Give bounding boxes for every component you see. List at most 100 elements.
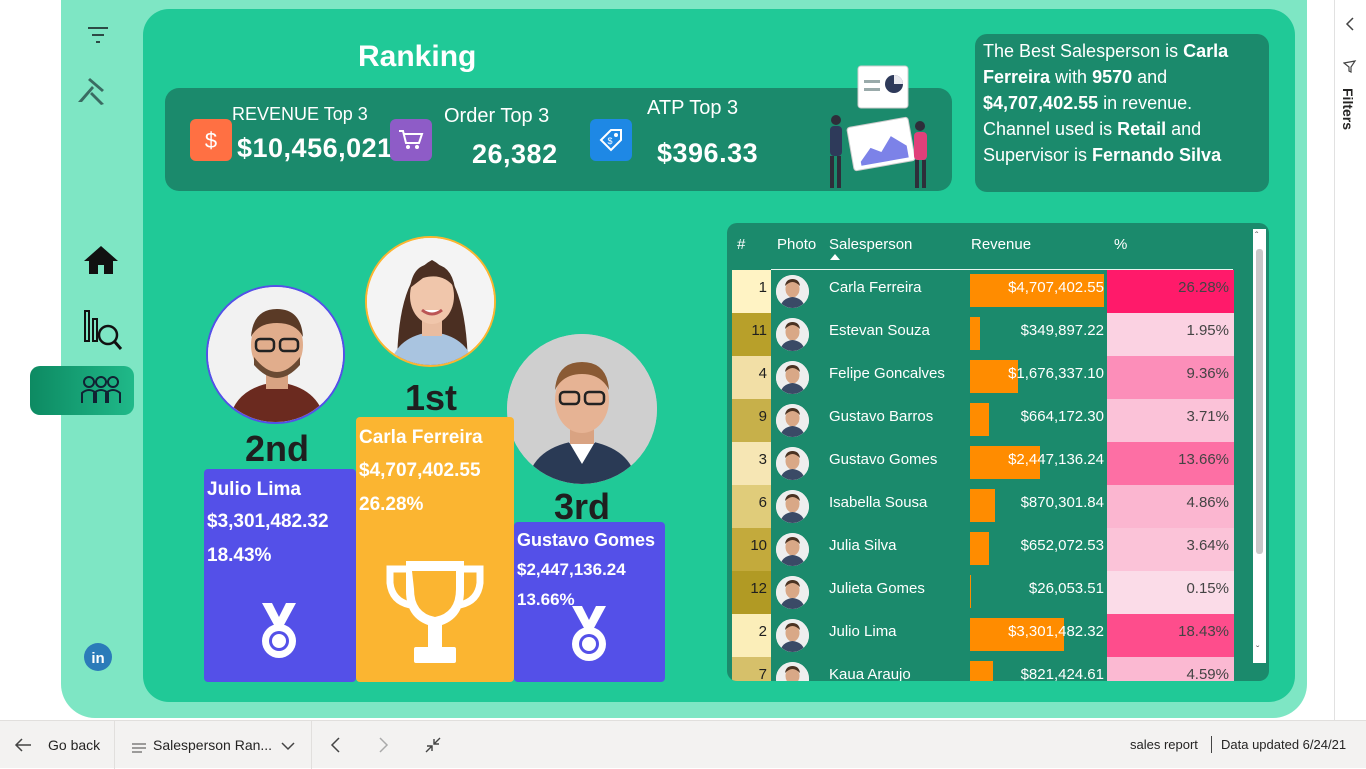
- place-first-label: 1st: [405, 377, 458, 418]
- revenue-bar: [970, 661, 993, 681]
- page-title: Ranking: [358, 40, 477, 73]
- page-list-icon: [132, 740, 146, 758]
- podium-third-revenue: $2,447,136.24: [517, 560, 626, 579]
- atp-kpi-label: ATP Top 3: [647, 97, 739, 119]
- salesperson-photo: [776, 619, 809, 652]
- rank-cell: 7: [732, 657, 771, 681]
- podium-first-pct: 26.28%: [359, 494, 424, 515]
- report-name: sales report: [1130, 737, 1198, 752]
- best-salesperson-card: The Best Salesperson is Carla Ferreira w…: [975, 34, 1269, 192]
- revenue-cell: $821,424.61: [970, 657, 1106, 681]
- bottom-bar: Go back Salesperson Ran... sales report …: [0, 720, 1366, 769]
- cart-icon: [390, 119, 432, 161]
- medal-icon: [256, 601, 302, 670]
- scroll-down-icon[interactable]: ˇ: [1256, 645, 1259, 656]
- revenue-value: $26,053.51: [1028, 580, 1104, 597]
- go-back-button[interactable]: Go back: [48, 737, 100, 753]
- table-row[interactable]: 2 Julio Lima $3,301,482.32 18.43%: [732, 614, 1234, 657]
- salesperson-photo: [776, 490, 809, 523]
- people-icon[interactable]: [78, 371, 124, 409]
- revenue-cell: $3,301,482.32: [970, 614, 1106, 657]
- page-selector[interactable]: Salesperson Ran...: [153, 737, 272, 753]
- separator: [114, 721, 115, 769]
- table-row[interactable]: 1 Carla Ferreira $4,707,402.55 26.28%: [732, 270, 1234, 313]
- percent-cell: 9.36%: [1107, 356, 1234, 399]
- table-row[interactable]: 6 Isabella Sousa $870,301.84 4.86%: [732, 485, 1234, 528]
- scroll-thumb[interactable]: [1256, 249, 1263, 554]
- scroll-up-icon[interactable]: ˆ: [1255, 231, 1258, 242]
- separator: [1211, 736, 1212, 753]
- header-percent[interactable]: %: [1114, 236, 1127, 253]
- sort-ascending-icon: [830, 254, 840, 260]
- percent-cell: 0.15%: [1107, 571, 1234, 614]
- ranking-table: # Photo Salesperson Revenue % 1 Carla Fer…: [727, 223, 1269, 681]
- table-row[interactable]: 11 Estevan Souza $349,897.22 1.95%: [732, 313, 1234, 356]
- podium-first-revenue: $4,707,402.55: [359, 460, 481, 481]
- table-row[interactable]: 4 Felipe Goncalves $1,676,337.10 9.36%: [732, 356, 1234, 399]
- revenue-value: $4,707,402.55: [1008, 279, 1104, 296]
- best-with: with: [1050, 67, 1093, 87]
- home-icon[interactable]: [80, 242, 122, 278]
- table-row[interactable]: 7 Kaua Araujo $821,424.61 4.59%: [732, 657, 1234, 681]
- report-canvas: { "page": { "title": "Ranking" }, "kpis"…: [0, 0, 1366, 769]
- percent-cell: 18.43%: [1107, 614, 1234, 657]
- table-row[interactable]: 12 Julieta Gomes $26,053.51 0.15%: [732, 571, 1234, 614]
- rank-cell: 11: [732, 313, 771, 356]
- linkedin-icon[interactable]: in: [82, 641, 114, 673]
- salesperson-photo: [776, 361, 809, 394]
- rank-cell: 1: [732, 270, 771, 313]
- percent-cell: 3.64%: [1107, 528, 1234, 571]
- table-row[interactable]: 3 Gustavo Gomes $2,447,136.24 13.66%: [732, 442, 1234, 485]
- podium-second: Julio Lima $3,301,482.32 18.43%: [204, 469, 356, 682]
- atp-kpi-value: $396.33: [657, 138, 759, 168]
- rank-cell: 10: [732, 528, 771, 571]
- revenue-cell: $664,172.30: [970, 399, 1106, 442]
- table-row[interactable]: 10 Julia Silva $652,072.53 3.64%: [732, 528, 1234, 571]
- chevron-down-icon[interactable]: [281, 738, 295, 756]
- back-arrow-icon[interactable]: [14, 737, 32, 758]
- podium-second-revenue: $3,301,482.32: [207, 511, 329, 532]
- table-scrollbar[interactable]: ˆ ˇ: [1253, 229, 1266, 663]
- salesperson-name: Estevan Souza: [829, 322, 930, 339]
- percent-cell: 4.86%: [1107, 485, 1234, 528]
- table-row[interactable]: 9 Gustavo Barros $664,172.30 3.71%: [732, 399, 1234, 442]
- revenue-cell: $26,053.51: [970, 571, 1106, 614]
- revenue-value: $870,301.84: [1020, 494, 1104, 511]
- collapse-filters-icon[interactable]: [1343, 14, 1357, 34]
- revenue-kpi-label: REVENUE Top 3: [232, 104, 368, 124]
- filter-icon[interactable]: [84, 22, 112, 48]
- podium-second-name: Julio Lima: [207, 479, 301, 500]
- revenue-bar: [970, 489, 995, 522]
- analysis-icon[interactable]: [80, 306, 124, 352]
- next-page-icon[interactable]: [378, 736, 390, 759]
- rank-cell: 2: [732, 614, 771, 657]
- trophy-icon: [384, 557, 486, 674]
- salesperson-photo: [776, 533, 809, 566]
- percent-cell: 13.66%: [1107, 442, 1234, 485]
- best-revenue: $4,707,402.55: [983, 93, 1099, 113]
- price-tag-icon: $: [590, 119, 632, 161]
- revenue-cell: $2,447,136.24: [970, 442, 1106, 485]
- filters-label[interactable]: Filters: [1340, 88, 1356, 130]
- previous-page-icon[interactable]: [329, 736, 341, 759]
- orders-kpi-label: Order Top 3: [444, 105, 550, 127]
- revenue-value: $3,301,482.32: [1008, 623, 1104, 640]
- avatar-second: [206, 285, 345, 424]
- header-revenue[interactable]: Revenue: [971, 236, 1031, 253]
- salesperson-photo: [776, 318, 809, 351]
- best-and: and: [1132, 67, 1168, 87]
- salesperson-name: Kaua Araujo: [829, 666, 911, 681]
- salesperson-name: Julia Silva: [829, 537, 897, 554]
- salesperson-name: Julio Lima: [829, 623, 897, 640]
- podium-third: Gustavo Gomes $2,447,136.24 13.66%: [514, 522, 665, 682]
- podium-third-name: Gustavo Gomes: [517, 530, 656, 550]
- best-orders: 9570: [1092, 67, 1133, 87]
- svg-text:$: $: [607, 136, 612, 146]
- header-salesperson[interactable]: Salesperson: [829, 236, 912, 253]
- fit-to-page-icon[interactable]: [424, 736, 442, 759]
- header-photo[interactable]: Photo: [777, 236, 816, 253]
- header-rank[interactable]: #: [737, 236, 745, 253]
- best-intro: The Best Salesperson is: [983, 41, 1184, 61]
- revenue-cell: $4,707,402.55: [970, 270, 1106, 313]
- revenue-value: $664,172.30: [1020, 408, 1104, 425]
